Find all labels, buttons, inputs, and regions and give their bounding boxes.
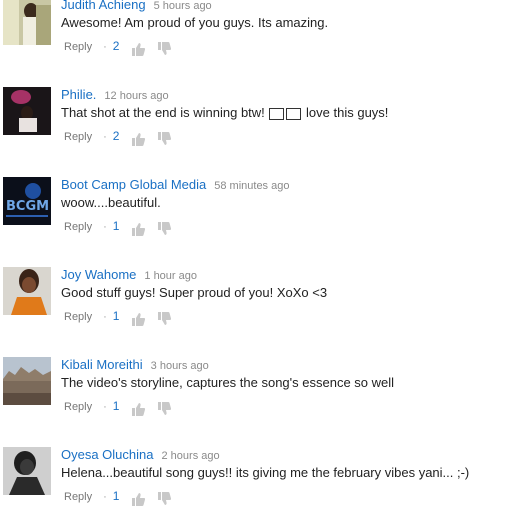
author-name[interactable]: Philie. <box>61 87 96 102</box>
comment-actions: Reply · 2 <box>64 39 119 53</box>
comment-item: Joy Wahome 1 hour ago Good stuff guys! Su… <box>0 267 528 347</box>
comment-actions: Reply · 2 <box>64 129 119 143</box>
avatar[interactable]: BCGM <box>3 177 51 225</box>
unrendered-glyph-icon <box>286 107 302 120</box>
comment-time[interactable]: 2 hours ago <box>162 450 220 462</box>
reply-button[interactable]: Reply <box>64 401 92 413</box>
thumbs-down-icon[interactable] <box>157 42 171 56</box>
author-name[interactable]: Judith Achieng <box>61 0 146 12</box>
svg-text:BCGM: BCGM <box>6 199 49 214</box>
thumbs-up-icon[interactable] <box>131 492 145 506</box>
comment-time[interactable]: 3 hours ago <box>151 360 209 372</box>
comment-actions: Reply · 1 <box>64 399 119 413</box>
separator-dot: · <box>103 131 107 143</box>
comment-item: Judith Achieng 5 hours ago Awesome! Am pr… <box>0 0 528 77</box>
like-count: 2 <box>112 39 120 53</box>
reply-button[interactable]: Reply <box>64 491 92 503</box>
separator-dot: · <box>103 401 107 413</box>
reply-button[interactable]: Reply <box>64 131 92 143</box>
like-count: 1 <box>112 399 120 413</box>
comment-item: Kibali Moreithi 3 hours ago The video's s… <box>0 357 528 437</box>
avatar[interactable] <box>3 447 51 495</box>
comment-author[interactable]: Boot Camp Global Media 58 minutes ago <box>61 177 289 192</box>
author-name[interactable]: Oyesa Oluchina <box>61 447 154 462</box>
separator-dot: · <box>103 491 107 503</box>
comment-time[interactable]: 1 hour ago <box>144 270 197 282</box>
comment-actions: Reply · 1 <box>64 219 119 233</box>
author-name[interactable]: Joy Wahome <box>61 267 136 282</box>
thumbs-down-icon[interactable] <box>157 402 171 416</box>
thumbs-down-icon[interactable] <box>157 492 171 506</box>
comment-author[interactable]: Judith Achieng 5 hours ago <box>61 0 212 12</box>
thumbs-down-icon[interactable] <box>157 132 171 146</box>
author-name[interactable]: Boot Camp Global Media <box>61 177 206 192</box>
comment-item: Oyesa Oluchina 2 hours ago Helena...beaut… <box>0 447 528 527</box>
avatar[interactable] <box>3 357 51 405</box>
unrendered-glyph-icon <box>269 107 285 120</box>
thumbs-up-icon[interactable] <box>131 222 145 236</box>
author-name[interactable]: Kibali Moreithi <box>61 357 143 372</box>
separator-dot: · <box>103 41 107 53</box>
comment-text: Good stuff guys! Super proud of you! XoX… <box>61 285 328 300</box>
comment-actions: Reply · 1 <box>64 309 119 323</box>
like-count: 1 <box>112 309 120 323</box>
comment-time[interactable]: 5 hours ago <box>154 0 212 12</box>
comment-actions: Reply · 1 <box>64 489 119 503</box>
avatar[interactable] <box>3 267 51 315</box>
comment-text: The video's storyline, captures the song… <box>61 375 395 390</box>
reply-button[interactable]: Reply <box>64 221 92 233</box>
thumbs-up-icon[interactable] <box>131 402 145 416</box>
comment-author[interactable]: Joy Wahome 1 hour ago <box>61 267 197 282</box>
thumbs-down-icon[interactable] <box>157 222 171 236</box>
thumbs-up-icon[interactable] <box>131 42 145 56</box>
reply-button[interactable]: Reply <box>64 311 92 323</box>
comment-time[interactable]: 12 hours ago <box>104 90 168 102</box>
comment-author[interactable]: Kibali Moreithi 3 hours ago <box>61 357 209 372</box>
like-count: 1 <box>112 219 120 233</box>
comment-author[interactable]: Philie. 12 hours ago <box>61 87 169 102</box>
avatar[interactable] <box>3 87 51 135</box>
avatar[interactable] <box>3 0 51 45</box>
separator-dot: · <box>103 311 107 323</box>
reply-button[interactable]: Reply <box>64 41 92 53</box>
separator-dot: · <box>103 221 107 233</box>
comment-text: woow....beautiful. <box>61 195 161 210</box>
comment-text-end: love this guys! <box>306 105 389 120</box>
like-count: 1 <box>112 489 120 503</box>
thumbs-up-icon[interactable] <box>131 312 145 326</box>
comment-text-start: That shot at the end is winning btw! <box>61 105 265 120</box>
comment-text: Helena...beautiful song guys!! its givin… <box>61 465 470 480</box>
comment-item: BCGM Boot Camp Global Media 58 minutes ag… <box>0 177 528 257</box>
comment-item: Philie. 12 hours ago That shot at the end… <box>0 87 528 167</box>
comment-author[interactable]: Oyesa Oluchina 2 hours ago <box>61 447 220 462</box>
thumbs-up-icon[interactable] <box>131 132 145 146</box>
comment-text: Awesome! Am proud of you guys. Its amazi… <box>61 15 329 30</box>
thumbs-down-icon[interactable] <box>157 312 171 326</box>
like-count: 2 <box>112 129 120 143</box>
comment-text: That shot at the end is winning btw! lov… <box>61 105 388 120</box>
comment-time[interactable]: 58 minutes ago <box>214 180 289 192</box>
